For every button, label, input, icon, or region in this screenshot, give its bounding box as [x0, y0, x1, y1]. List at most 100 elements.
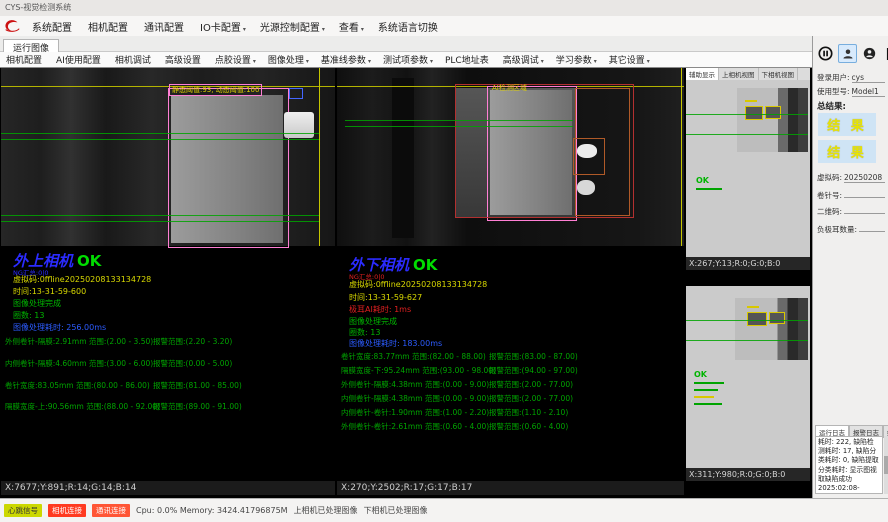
capture-time: 时间:13-31-59-627 [349, 292, 422, 303]
menu-item-camera-config[interactable]: 相机配置 [81, 18, 137, 35]
aux-result-text: OK [696, 176, 709, 185]
user-icon [842, 48, 854, 60]
tool-test-params[interactable]: 测试项参数▾ [377, 53, 439, 66]
aux-tab-lower-view[interactable]: 下相机视图 [759, 68, 799, 80]
marker-label-dash [745, 100, 757, 102]
user-dark-icon [863, 47, 876, 60]
user-manage-button[interactable] [860, 44, 879, 63]
measure-line [345, 120, 573, 121]
login-user-value[interactable]: cys [852, 73, 885, 83]
edge-line [319, 68, 320, 246]
measure-row: 外侧卷针-隔膜:4.38mm 范围:(0.00 - 9.00)报警范围:(2.0… [341, 379, 682, 390]
window-titlebar: CYS-视觉检测系统 [0, 0, 888, 16]
needle-no-label: 卷针号: [817, 190, 842, 201]
pixel-coordinates: X:311;Y:980;R:0;G:0;B:0 [686, 468, 810, 481]
tool-dispense-settings[interactable]: 点胶设置▾ [209, 53, 262, 66]
login-user-field: 登录用户: cys [817, 72, 885, 83]
measure-line [686, 134, 808, 135]
tool-camera-debug[interactable]: 相机调试 [109, 53, 159, 66]
menu-item-light-config[interactable]: 光源控制配置▾ [253, 18, 332, 35]
measure-row: 内侧卷针-隔膜:4.38mm 范围:(0.00 - 9.00)报警范围:(2.0… [341, 393, 682, 404]
tab-marker-box [745, 106, 763, 120]
model-label: 使用型号: [817, 86, 850, 97]
pixel-coordinates: X:7677;Y:891;R:14;G:14;B:14 [1, 481, 335, 495]
image-tab-strip: 运行图像 [0, 36, 812, 52]
virtual-code-label: 虚拟码: [817, 172, 842, 183]
window-title: CYS-视觉检测系统 [5, 3, 71, 12]
tool-learning-params[interactable]: 学习参数▾ [550, 53, 603, 66]
pixel-coordinates: X:270;Y:2502;R:17;G:17;B:17 [337, 481, 684, 495]
menu-item-comm-config[interactable]: 通讯配置 [137, 18, 193, 35]
measure-row: 内侧卷针-卷针:1.90mm 范围:(1.00 - 2.20)报警范围:(1.1… [341, 407, 682, 418]
tool-ai-config[interactable]: AI使用配置 [50, 53, 109, 66]
ai-detect-region [455, 84, 634, 218]
aux-result-dash [694, 396, 714, 398]
camera-stage: 静态阈值:93, 动态阈值:100 外上相机OK NG汇总:0|0 虚拟码:0f… [0, 68, 812, 498]
measure-row: 外侧卷针-隔膜:2.91mm 范围:(2.00 - 3.50)报警范围:(2.2… [5, 336, 333, 347]
tool-camera-config[interactable]: 相机配置 [0, 53, 50, 66]
qrcode-value[interactable] [844, 204, 885, 214]
turn-count: 圈数: 13 [349, 327, 380, 338]
tab-marker-box [765, 106, 781, 119]
model-value[interactable]: Model1 [852, 87, 885, 97]
aux-result-dash [694, 389, 718, 391]
upper-camera-panel[interactable]: 静态阈值:93, 动态阈值:100 外上相机OK NG汇总:0|0 虚拟码:0f… [1, 68, 335, 495]
heartbeat-badge: 心跳信号 [4, 504, 42, 517]
tool-plc-address-table[interactable]: PLC地址表 [439, 53, 497, 66]
corner-photo [737, 88, 808, 152]
process-done: 图像处理完成 [13, 298, 61, 309]
log-scrollbar[interactable] [884, 436, 888, 494]
menu-item-io-config[interactable]: IO卡配置▾ [193, 18, 253, 35]
tool-advanced-debug[interactable]: 高级调试▾ [497, 53, 550, 66]
tool-advanced-settings[interactable]: 高级设置 [159, 53, 209, 66]
aux-result-dash [694, 382, 724, 384]
measure-row: 隔膜宽度-下:95.24mm 范围:(93.00 - 98.00)报警范围:(9… [341, 365, 682, 376]
measure-row: 外侧卷针-卷针:2.61mm 范围:(0.60 - 4.00)报警范围:(0.6… [341, 421, 682, 432]
sidebar-buttons [816, 44, 888, 63]
app-window: CYS-视觉检测系统 系统配置 相机配置 通讯配置 IO卡配置▾ 光源控制配置▾… [0, 0, 888, 522]
marker-box [289, 88, 303, 99]
status-bar: 心跳信号 相机连接 通讯连接 Cpu: 0.0% Memory: 3424.41… [0, 498, 888, 522]
tool-other-settings[interactable]: 其它设置▾ [603, 53, 656, 66]
aux-view-bottom[interactable]: OK X:311;Y:980;R:0;G:0;B:0 [686, 286, 810, 481]
cpu-memory-text: Cpu: 0.0% Memory: 3424.41796875M [136, 506, 288, 515]
virtual-code-value[interactable]: 20250208 [844, 173, 885, 183]
lower-camera-panel[interactable]: AI检测区域 外下相机OK NG汇总:0|0 虚拟码:0ffline202502… [337, 68, 684, 495]
menu-item-language-switch[interactable]: 系统语言切换 [371, 18, 447, 35]
upper-camera-status-text: 上相机已处理图像 [294, 505, 358, 516]
aux-result-dash [694, 403, 722, 405]
virtual-code-field: 虚拟码: 20250208 [817, 172, 885, 183]
neg-tab-count-value[interactable] [859, 222, 885, 232]
ai-time: 极耳AI耗时: 1ms [349, 304, 411, 315]
comm-link-badge: 通讯连接 [92, 504, 130, 517]
neg-tab-count-field: 负极耳数量: [817, 222, 885, 235]
tool-image-processing[interactable]: 图像处理▾ [262, 53, 315, 66]
log-scrollbar-thumb[interactable] [884, 456, 888, 474]
lower-camera-image: AI检测区域 [337, 68, 684, 246]
measure-line [1, 139, 319, 140]
guide-line [1, 86, 335, 87]
aux-view-top[interactable]: OK X:267;Y:13;R:0;G:0;B:0 [686, 80, 810, 270]
log-text-area[interactable]: 耗时: 222, 缺陷检测耗时: 17, 缺陷分类耗时: 0, 缺陷提取分类耗时… [815, 436, 883, 494]
menu-item-view[interactable]: 查看▾ [332, 18, 371, 35]
pixel-coordinates: X:267;Y:13;R:0;G:0;B:0 [686, 257, 810, 270]
roi-box [168, 88, 289, 248]
camera-link-badge: 相机连接 [48, 504, 86, 517]
edge-line [681, 68, 682, 246]
tool-baseline-params[interactable]: 基准线参数▾ [315, 53, 377, 66]
user-login-button[interactable] [838, 44, 857, 63]
capture-time: 时间:13-31-59-600 [13, 286, 86, 297]
aux-tab-assist[interactable]: 辅助显示 [686, 68, 719, 80]
virtual-code: 虚拟码:0ffline20250208133134728 [349, 279, 487, 290]
measure-row: 内侧卷针-隔膜:4.60mm 范围:(3.00 - 6.00)报警范围:(0.0… [5, 358, 333, 369]
ai-region-label: AI检测区域 [492, 83, 527, 93]
menu-item-system-config[interactable]: 系统配置 [25, 18, 81, 35]
pause-button[interactable] [816, 44, 835, 63]
aux-tab-upper-view[interactable]: 上相机视图 [719, 68, 759, 80]
needle-no-value[interactable] [844, 188, 885, 198]
turn-count: 圈数: 13 [13, 310, 44, 321]
logout-button[interactable] [882, 44, 888, 63]
measure-line [686, 320, 808, 321]
measure-line [1, 221, 319, 222]
upper-camera-image: 静态阈值:93, 动态阈值:100 [1, 68, 335, 246]
